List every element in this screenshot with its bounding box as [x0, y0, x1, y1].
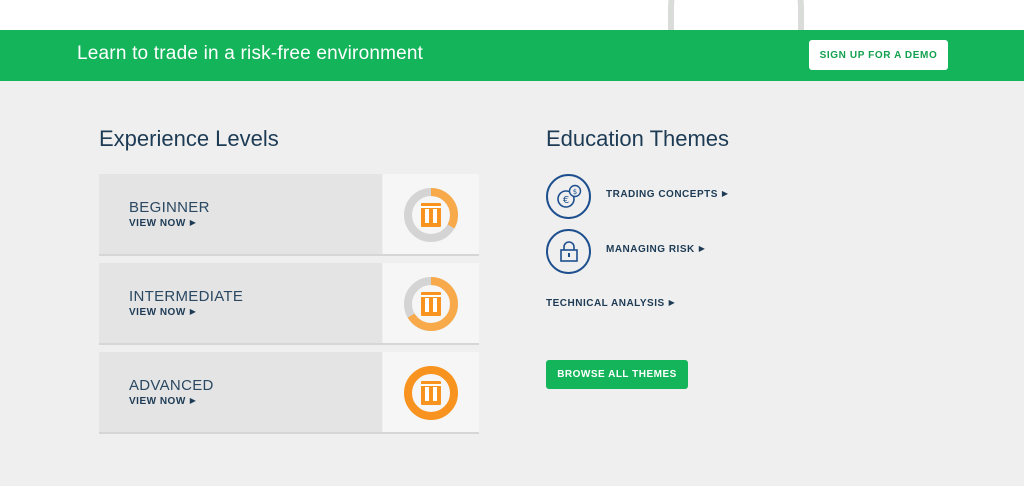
level-card-advanced[interactable]: ADVANCED VIEW NOW ▶: [99, 352, 479, 434]
theme-label: MANAGING RISK: [606, 244, 695, 255]
svg-text:€: €: [562, 195, 568, 206]
managing-risk-link[interactable]: MANAGING RISK ▶: [606, 244, 705, 255]
level-name: BEGINNER: [129, 199, 210, 216]
promo-banner: Learn to trade in a risk-free environmen…: [0, 30, 1024, 81]
theme-trading-concepts[interactable]: € $ TRADING CONCEPTS ▶: [546, 174, 746, 219]
bottom-strip: [0, 486, 1024, 491]
browse-all-themes-button[interactable]: BROWSE ALL THEMES: [546, 360, 688, 389]
arrow-right-icon: ▶: [189, 396, 197, 405]
view-now-link[interactable]: VIEW NOW ▶: [129, 218, 196, 229]
arrow-right-icon: ▶: [721, 189, 729, 198]
arrow-right-icon: ▶: [698, 244, 706, 253]
banner-text: Learn to trade in a risk-free environmen…: [77, 43, 424, 64]
level-badge-panel: [383, 352, 479, 434]
view-now-label: VIEW NOW: [129, 396, 186, 407]
currency-exchange-icon: € $: [546, 174, 591, 219]
theme-label: TECHNICAL ANALYSIS: [546, 298, 665, 309]
arrow-right-icon: ▶: [189, 307, 197, 316]
level-card-beginner[interactable]: BEGINNER VIEW NOW ▶: [99, 174, 479, 256]
level-card-body: ADVANCED VIEW NOW ▶: [99, 352, 382, 434]
lock-icon: [546, 229, 591, 274]
experience-levels-title: Experience Levels: [99, 126, 279, 151]
sign-up-demo-button[interactable]: SIGN UP FOR A DEMO: [809, 40, 948, 70]
progress-donut-icon: [404, 277, 458, 331]
arrow-right-icon: ▶: [189, 218, 197, 227]
svg-text:$: $: [572, 188, 576, 196]
level-badge-panel: [383, 263, 479, 345]
card-divider: [99, 254, 479, 256]
arrow-right-icon: ▶: [668, 298, 676, 307]
theme-managing-risk[interactable]: MANAGING RISK ▶: [546, 229, 746, 274]
view-now-link[interactable]: VIEW NOW ▶: [129, 396, 196, 407]
theme-technical-analysis[interactable]: TECHNICAL ANALYSIS ▶: [546, 298, 746, 312]
view-now-label: VIEW NOW: [129, 218, 186, 229]
card-divider: [99, 343, 479, 345]
education-themes-title: Education Themes: [546, 126, 730, 151]
level-badge-panel: [383, 174, 479, 256]
trading-concepts-link[interactable]: TRADING CONCEPTS ▶: [606, 189, 729, 200]
level-card-body: BEGINNER VIEW NOW ▶: [99, 174, 382, 256]
progress-donut-icon: [404, 188, 458, 242]
view-now-label: VIEW NOW: [129, 307, 186, 318]
progress-donut-icon: [404, 366, 458, 420]
view-now-link[interactable]: VIEW NOW ▶: [129, 307, 196, 318]
level-card-body: INTERMEDIATE VIEW NOW ▶: [99, 263, 382, 345]
top-strip: [0, 0, 1024, 30]
level-name: INTERMEDIATE: [129, 288, 244, 305]
technical-analysis-link[interactable]: TECHNICAL ANALYSIS ▶: [546, 298, 675, 309]
level-name: ADVANCED: [129, 377, 214, 394]
theme-label: TRADING CONCEPTS: [606, 189, 718, 200]
card-divider: [99, 432, 479, 434]
level-card-intermediate[interactable]: INTERMEDIATE VIEW NOW ▶: [99, 263, 479, 345]
